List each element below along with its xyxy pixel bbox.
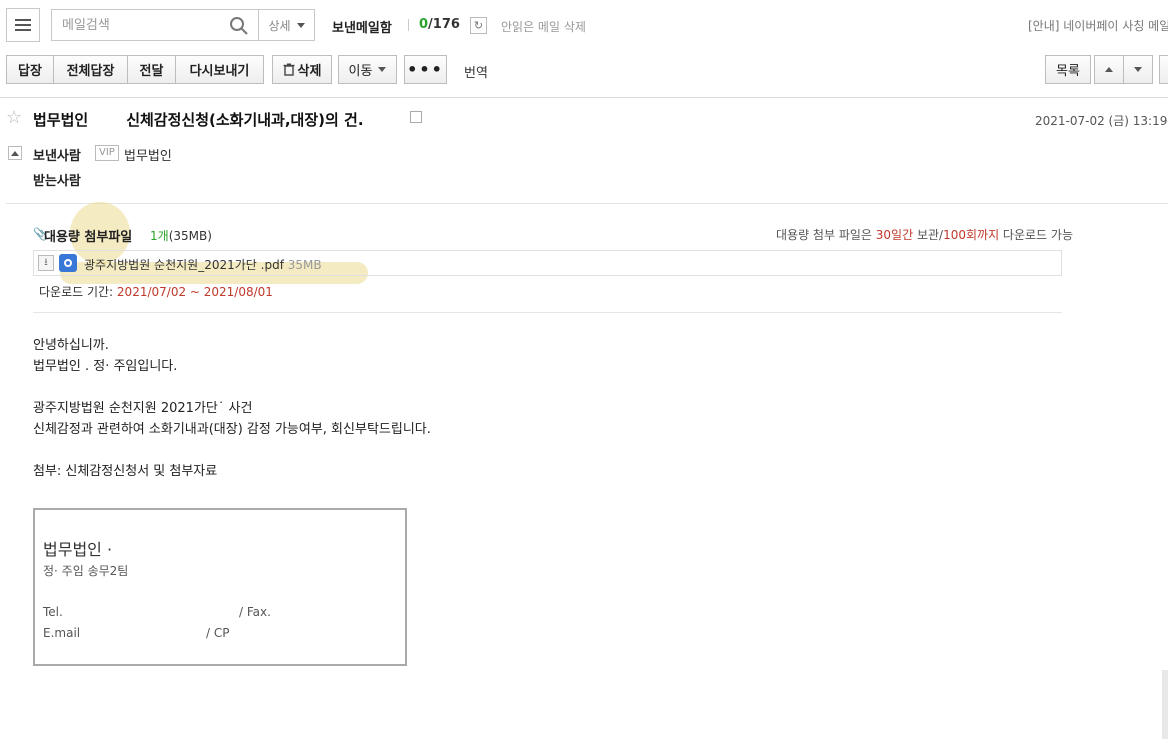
attachment-info-times: 100회까지 (943, 228, 1000, 242)
signature-email: E.mail (43, 626, 81, 640)
attachment-info-text: 다운로드 가능 (999, 228, 1073, 242)
attachment-info-text: 대용량 첨부 파일은 (776, 228, 876, 242)
refresh-icon[interactable]: ↻ (470, 17, 487, 34)
file-name: 광주지방법원 순천지원_2021가단 .pdf (84, 258, 284, 272)
delete-unread-link[interactable]: 안읽은 메일 삭제 (501, 18, 586, 35)
subject-prefix: 법무법인 (33, 111, 89, 129)
attachment-total-size: (35MB) (168, 229, 212, 243)
search-detail-label: 상세 (268, 18, 291, 33)
attachment-file-row: ⭳ 광주지방법원 순천지원_2021가단 .pdf 35MB (33, 250, 1062, 276)
attachment-file-link[interactable]: 광주지방법원 순천지원_2021가단 .pdf 35MB (84, 256, 322, 273)
body-greeting: 안녕하십니까. (33, 338, 109, 353)
subject-text: 신체감정신청(소화기내과,대장)의 건. (126, 111, 364, 129)
translate-link[interactable]: 번역 (464, 62, 488, 81)
search-input[interactable] (52, 10, 212, 40)
prev-mail-button[interactable] (1094, 55, 1124, 84)
search-icon[interactable] (229, 16, 249, 36)
chevron-down-icon (296, 22, 305, 28)
attachment-count: 1개(35MB) (150, 227, 212, 244)
mailbox-title: 보낸메일함 (332, 21, 392, 36)
attachment-info-text: 보관/ (913, 228, 944, 242)
move-toolbar: 이동 (338, 55, 397, 84)
delete-toolbar: 삭제 (272, 55, 332, 84)
chevron-up-icon (11, 150, 19, 156)
divider (0, 97, 1168, 98)
menu-button[interactable] (6, 8, 40, 42)
view-toggle-button[interactable] (1159, 55, 1168, 84)
next-mail-button[interactable] (1123, 55, 1153, 84)
forward-button[interactable]: 전달 (127, 55, 176, 84)
chevron-down-icon (1134, 67, 1142, 72)
mail-date: 2021-07-02 (금) 13:19 (1035, 114, 1168, 128)
body-case: 광주지방법원 순천지원 2021가단˙ 사건 (33, 401, 253, 416)
body-intro: 법무법인 . 정· 주임입니다. (33, 359, 178, 374)
download-period: 다운로드 기간: 2021/07/02 ~ 2021/08/01 (39, 283, 273, 300)
search-box (51, 9, 259, 41)
divider (33, 312, 1062, 313)
vip-badge[interactable]: VIP (95, 145, 119, 161)
collapse-header-button[interactable] (8, 146, 22, 160)
star-icon[interactable]: ☆ (6, 107, 22, 128)
chevron-up-icon (1105, 67, 1113, 72)
reply-button[interactable]: 답장 (6, 55, 54, 84)
total-count: 176 (432, 17, 460, 32)
signature-tel: Tel. (43, 605, 63, 619)
cloud-file-icon (59, 254, 77, 272)
reply-all-button[interactable]: 전체답장 (53, 55, 128, 84)
chevron-down-icon (378, 67, 387, 72)
body-request: 신체감정과 관련하여 소화기내과(대장) 감정 가능여부, 회신부탁드립니다. (33, 422, 431, 437)
delete-button[interactable]: 삭제 (272, 55, 332, 84)
reply-toolbar: 답장 전체답장 전달 다시보내기 (6, 55, 264, 84)
move-label: 이동 (348, 64, 373, 79)
trash-icon (283, 63, 295, 76)
mail-count: 0/176 (419, 17, 460, 32)
signature-cp: / CP (206, 626, 230, 640)
delete-label: 삭제 (297, 64, 322, 79)
signature-box: 법무법인 · 정· 주임 송무2팀 Tel. / Fax. E.mail / C… (33, 508, 407, 666)
divider (6, 203, 1168, 204)
more-button[interactable]: ••• (404, 55, 447, 84)
popout-icon[interactable] (410, 111, 422, 123)
body-attachment-note: 첨부: 신체감정신청서 및 첨부자료 (33, 464, 218, 479)
signature-fax: / Fax. (239, 605, 271, 619)
list-button[interactable]: 목록 (1045, 55, 1091, 84)
unread-count[interactable]: 0 (419, 17, 428, 32)
list-toolbar: 목록 (1045, 55, 1168, 84)
sender-label: 보낸사람 (33, 149, 81, 164)
download-period-dates: 2021/07/02 ~ 2021/08/01 (116, 285, 273, 299)
attachment-info: 대용량 첨부 파일은 30일간 보관/100회까지 다운로드 가능 (776, 226, 1073, 243)
search-detail-button[interactable]: 상세 (258, 9, 315, 41)
more-toolbar: ••• (404, 55, 447, 84)
sender-name[interactable]: 법무법인 (124, 145, 172, 164)
attachment-info-days: 30일간 (875, 228, 914, 242)
notice-link[interactable]: [안내] 네이버페이 사칭 메일 주 (1028, 17, 1168, 34)
divider (408, 19, 409, 31)
receiver-label: 받는사람 (33, 174, 81, 189)
download-period-label: 다운로드 기간: (39, 285, 117, 299)
file-size: 35MB (287, 258, 322, 272)
download-icon[interactable]: ⭳ (38, 255, 54, 271)
signature-firm: 법무법인 · (43, 540, 113, 559)
signature-title: 정· 주임 송무2팀 (43, 564, 129, 578)
mail-subject: 법무법인 신체감정신청(소화기내과,대장)의 건. (33, 109, 364, 130)
attachment-count-value: 1개 (150, 229, 169, 243)
hamburger-icon (15, 24, 31, 26)
resend-button[interactable]: 다시보내기 (175, 55, 264, 84)
move-button[interactable]: 이동 (338, 55, 397, 84)
scrollbar[interactable] (1162, 670, 1168, 739)
attachment-title: 대용량 첨부파일 (44, 230, 133, 245)
